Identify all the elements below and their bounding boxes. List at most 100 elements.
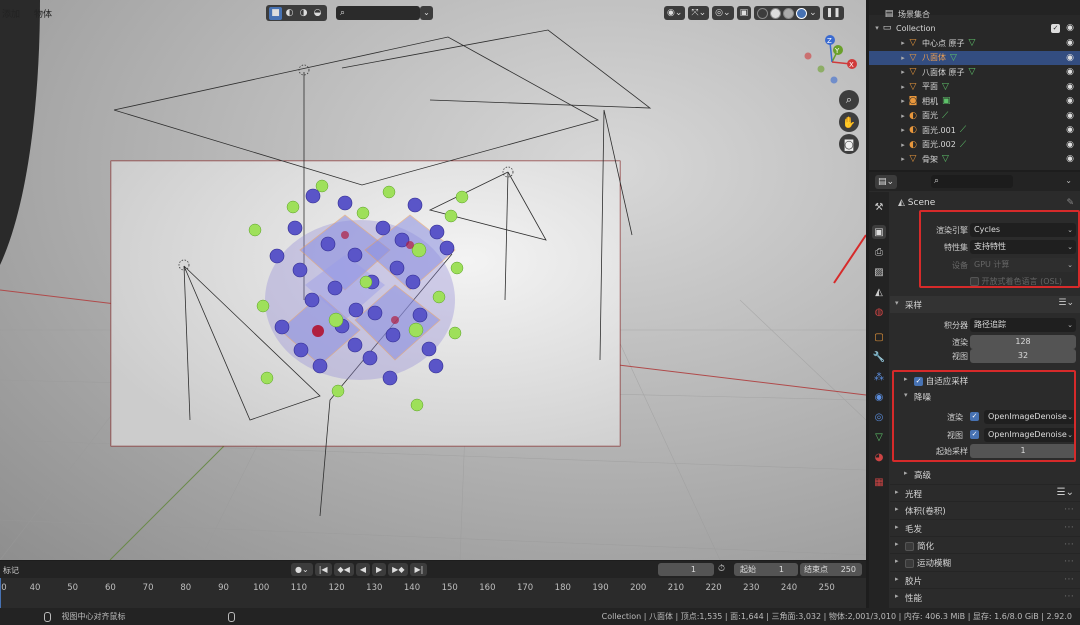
prev-keyframe-icon[interactable]: ◆◀ (333, 563, 354, 576)
panel-checkbox[interactable] (905, 559, 914, 569)
start-sample-input[interactable]: 1 (970, 444, 1076, 458)
expand-arrow-icon[interactable]: ▸ (899, 83, 907, 91)
texture-tab-icon[interactable]: ▦ (872, 475, 886, 489)
start-frame-input[interactable]: 起始 1 (734, 563, 798, 576)
eye-icon[interactable]: ◉ (1066, 111, 1074, 121)
outliner-item[interactable]: ▸ ▽ 八面体 ▽ ◉ (869, 50, 1080, 65)
panel-header[interactable]: ▸ 性能 ⋯ (890, 587, 1080, 605)
panel-header[interactable]: ▸ 光程 ☰⌄ (890, 484, 1080, 501)
object-data-icon[interactable]: ⟋ (960, 125, 966, 135)
panel-header[interactable]: ▸ 毛发 ⋯ (890, 518, 1080, 536)
expand-arrow-icon[interactable]: ▸ (899, 68, 907, 76)
solid-shading-icon[interactable] (770, 7, 782, 19)
eye-icon[interactable]: ◉ (1066, 82, 1074, 92)
eye-icon[interactable]: ◉ (1066, 67, 1074, 77)
collection-row[interactable]: ▾ ▭ Collection ✓ ◉ (869, 21, 1080, 36)
expand-arrow-icon[interactable]: ▸ (899, 112, 907, 120)
scene-collection-row[interactable]: ▤ 场景集合 (869, 7, 1080, 22)
preset-list-icon[interactable]: ☰⌄ (1058, 298, 1074, 308)
editor-type-icon[interactable]: ▤⌄ (875, 175, 898, 189)
outliner-item[interactable]: ▸ ▽ 中心点 原子 ▽ ◉ (869, 36, 1080, 51)
denoise-panel-header[interactable]: ▾ 降噪 (890, 388, 1080, 405)
xray-toggle-icon[interactable]: ▣ (736, 6, 752, 20)
camera-view-icon[interactable]: ◙ (839, 134, 859, 154)
3d-viewport[interactable]: Z Y X 添加 物体 ■ ◐ ◑ ◒ ⌕ ⌄ ◉⌄ ⤧⌄ ◎⌄ ▣ ⌄ ❚❚ … (0, 0, 866, 560)
object-data-icon[interactable]: ▽ (942, 154, 949, 164)
object-data-icon[interactable]: ⟋ (960, 140, 966, 150)
constraints-tab-icon[interactable]: ◎ (872, 410, 886, 424)
play-reverse-icon[interactable]: ◀ (355, 563, 371, 576)
preset-list-icon[interactable]: ☰⌄ (1057, 487, 1074, 498)
jump-start-icon[interactable]: |◀ (314, 563, 332, 576)
object-data-icon[interactable]: ▽ (950, 53, 957, 63)
osl-checkbox[interactable]: 开放式着色语言 (OSL) (970, 276, 1062, 287)
eye-icon[interactable]: ◉ (1066, 140, 1074, 150)
next-keyframe-icon[interactable]: ▶◆ (388, 563, 409, 576)
playhead[interactable] (0, 578, 1, 608)
object-data-icon[interactable]: ▽ (969, 67, 976, 77)
collection-checkbox[interactable]: ✓ (1051, 23, 1060, 33)
outliner-item[interactable]: ▸ ◙ 相机 ▣ ◉ (869, 94, 1080, 109)
menu-object[interactable]: 物体 (32, 5, 54, 22)
adaptive-sampling-checkbox[interactable]: ✓ 自适应采样 (914, 375, 968, 387)
stopwatch-icon[interactable]: ⏱ (718, 564, 725, 574)
wireframe-shading-icon[interactable] (757, 7, 769, 19)
outliner-item[interactable]: ▸ ▽ 八面体 原子 ▽ ◉ (869, 65, 1080, 80)
denoise-viewport-checkbox[interactable]: ✓ (970, 430, 979, 439)
object-data-icon[interactable]: ▽ (942, 82, 949, 92)
denoise-viewport-select[interactable]: OpenImageDenoise ⌄ (984, 428, 1076, 442)
sampling-panel-header[interactable]: ▾ 采样 ☰⌄ (890, 296, 1080, 313)
drag-handle-icon[interactable]: ⋯ (1064, 522, 1074, 533)
drag-handle-icon[interactable]: ⋯ (1064, 591, 1074, 602)
device-select[interactable]: GPU 计算 ⌄ (970, 258, 1076, 272)
expand-arrow-icon[interactable]: ▸ (899, 39, 907, 47)
outliner-item[interactable]: ▸ ▽ 骨架 ▽ ◉ (869, 152, 1080, 167)
object-data-icon[interactable]: ▽ (969, 38, 976, 48)
outliner-item[interactable]: ▸ ◐ 面光.002 ⟋ ◉ (869, 138, 1080, 153)
expand-arrow-icon[interactable]: ▸ (899, 97, 907, 105)
play-icon[interactable]: ▶ (372, 563, 387, 576)
panel-header[interactable]: ▸ 简化 ⋯ (890, 535, 1080, 553)
material-tab-icon[interactable]: ◕ (872, 450, 886, 464)
menu-add[interactable]: 添加 (0, 5, 22, 22)
select-box-icon[interactable]: ■ (269, 6, 282, 20)
pause-render-icon[interactable]: ❚❚ (822, 6, 844, 20)
render-samples-input[interactable]: 128 (970, 335, 1076, 349)
select-extend-icon[interactable]: ◐ (283, 7, 296, 20)
object-data-icon[interactable]: ⟋ (942, 111, 948, 121)
shading-dropdown-icon[interactable]: ⌄ (809, 8, 817, 18)
eye-icon[interactable]: ◉ (1066, 125, 1074, 135)
eye-icon[interactable]: ◉ (1066, 154, 1074, 164)
integrator-select[interactable]: 路径追踪 ⌄ (970, 318, 1076, 332)
view-layer-tab-icon[interactable]: ▨ (872, 265, 886, 279)
jump-end-icon[interactable]: ▶| (410, 563, 428, 576)
physics-tab-icon[interactable]: ◉ (872, 390, 886, 404)
end-frame-input[interactable]: 结束点 250 (800, 563, 862, 576)
viewport-dropdown[interactable]: ⌄ (420, 6, 433, 20)
expand-arrow-icon[interactable]: ▾ (873, 24, 881, 32)
gizmo-toggle-icon[interactable]: ⤧⌄ (688, 6, 710, 20)
render-tab-icon[interactable]: ▣ (872, 225, 886, 239)
drag-handle-icon[interactable]: ⋯ (1064, 556, 1074, 567)
drag-handle-icon[interactable]: ⋯ (1064, 574, 1074, 585)
denoise-render-select[interactable]: OpenImageDenoise ⌄ (984, 410, 1076, 424)
marker-menu[interactable]: 标记 (3, 565, 19, 576)
outliner-item[interactable]: ▸ ◐ 面光.001 ⟋ ◉ (869, 123, 1080, 138)
view-object-types-icon[interactable]: ◉⌄ (664, 6, 686, 20)
expand-arrow-icon[interactable]: ▸ (899, 54, 907, 62)
frame-ruler[interactable]: 0 40 50 60 70 80 90 100 110 120 130 140 150 160 170 180… (0, 578, 866, 608)
data-tab-icon[interactable]: ▽ (872, 430, 886, 444)
eye-icon[interactable]: ◉ (1066, 38, 1074, 48)
rendered-shading-icon[interactable] (796, 7, 808, 19)
advanced-panel-header[interactable]: ▸ 高级 (890, 466, 1080, 483)
current-frame-input[interactable]: 1 (658, 563, 714, 576)
eye-icon[interactable]: ◉ (1066, 23, 1074, 33)
material-shading-icon[interactable] (783, 7, 795, 19)
panel-checkbox[interactable] (905, 541, 914, 551)
viewport-samples-input[interactable]: 32 (970, 349, 1076, 363)
adaptive-sampling-header[interactable]: ▸ ✓ 自适应采样 (890, 372, 1080, 389)
header-dropdown-icon[interactable]: ⌄ (1065, 176, 1072, 185)
world-tab-icon[interactable]: ◍ (872, 305, 886, 319)
object-tab-icon[interactable]: ▢ (872, 330, 886, 344)
pin-icon[interactable]: ✎ (1066, 198, 1074, 208)
